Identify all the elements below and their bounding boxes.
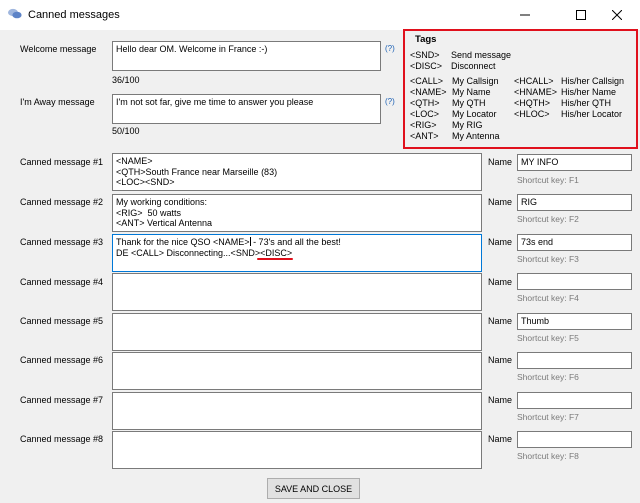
shortcut-key-hint: Shortcut key: F7 [517, 412, 579, 422]
canned-message-7-label: Canned message #7 [20, 395, 104, 405]
name-label: Name [488, 237, 513, 247]
name-label: Name [488, 316, 513, 326]
name-label: Name [488, 277, 513, 287]
canned-message-3-label: Canned message #3 [20, 237, 104, 247]
close-icon [612, 10, 622, 20]
name-label: Name [488, 355, 513, 365]
canned-message-1-label: Canned message #1 [20, 157, 104, 167]
welcome-message-label: Welcome message [20, 44, 97, 54]
tag-name: <NAME> [410, 87, 447, 97]
tag-name: <HQTH> [514, 98, 551, 108]
close-button[interactable] [594, 0, 640, 30]
canned-1-name-input[interactable]: MY INFO [517, 154, 632, 171]
away-char-counter: 50/100 [112, 126, 140, 136]
tag-desc: His/her Locator [561, 109, 623, 119]
window-title: Canned messages [28, 9, 120, 21]
away-message-input[interactable]: I'm not sot far, give me time to answer … [112, 94, 381, 124]
tags-heading: Tags [415, 34, 437, 45]
canned-message-5-label: Canned message #5 [20, 316, 104, 326]
canned-message-8-input[interactable] [112, 431, 482, 469]
canned-message-5-input[interactable] [112, 313, 482, 351]
shortcut-key-hint: Shortcut key: F6 [517, 372, 579, 382]
name-label: Name [488, 434, 513, 444]
tag-desc: His/her Name [561, 87, 617, 97]
canned-message-3-input[interactable]: Thank for the nice QSO <NAME> - 73's and… [112, 234, 482, 272]
save-and-close-button[interactable]: SAVE AND CLOSE [267, 478, 360, 499]
tag-desc: Disconnect [451, 61, 496, 71]
canned-message-4-input[interactable] [112, 273, 482, 311]
tag-name: <ANT> [410, 131, 439, 141]
tag-desc: My Callsign [452, 76, 499, 86]
shortcut-key-hint: Shortcut key: F3 [517, 254, 579, 264]
canned-message-8-label: Canned message #8 [20, 434, 104, 444]
message-text: Thank for the nice QSO <NAME> [116, 237, 250, 247]
name-label: Name [488, 197, 513, 207]
tag-name: <SND> [410, 50, 440, 60]
minimize-button[interactable] [502, 0, 548, 30]
shortcut-key-hint: Shortcut key: F2 [517, 214, 579, 224]
canned-message-4-label: Canned message #4 [20, 277, 104, 287]
tags-panel: Tags <SND> Send message <DISC> Disconnec… [403, 29, 638, 149]
tag-name: <HCALL> [514, 76, 554, 86]
message-text: - 73's and all the best! [250, 237, 341, 247]
canned-message-6-label: Canned message #6 [20, 355, 104, 365]
tag-desc: My Locator [452, 109, 497, 119]
tag-name: <HLOC> [514, 109, 550, 119]
welcome-help-link[interactable]: (?) [385, 44, 395, 53]
title-bar: Canned messages [0, 0, 640, 30]
shortcut-key-hint: Shortcut key: F5 [517, 333, 579, 343]
tag-desc: His/her Callsign [561, 76, 625, 86]
chat-bubbles-icon [8, 8, 22, 19]
tag-desc: My Antenna [452, 131, 500, 141]
canned-5-name-input[interactable]: Thumb [517, 313, 632, 330]
tag-name: <QTH> [410, 98, 440, 108]
shortcut-key-hint: Shortcut key: F1 [517, 175, 579, 185]
canned-4-name-input[interactable] [517, 273, 632, 290]
spellcheck-underline [257, 258, 293, 260]
name-label: Name [488, 395, 513, 405]
message-text: DE <CALL> Disconnecting...<SND><DISC> [116, 247, 293, 258]
tag-name: <LOC> [410, 109, 440, 119]
canned-message-7-input[interactable] [112, 392, 482, 430]
away-message-label: I'm Away message [20, 97, 95, 107]
tag-desc: My RIG [452, 120, 483, 130]
tag-desc: His/her QTH [561, 98, 612, 108]
tag-desc: My QTH [452, 98, 486, 108]
minimize-icon [520, 14, 530, 16]
canned-6-name-input[interactable] [517, 352, 632, 369]
canned-message-2-label: Canned message #2 [20, 197, 104, 207]
shortcut-key-hint: Shortcut key: F4 [517, 293, 579, 303]
name-label: Name [488, 157, 513, 167]
tag-name: <CALL> [410, 76, 444, 86]
shortcut-key-hint: Shortcut key: F8 [517, 451, 579, 461]
maximize-icon [576, 10, 586, 20]
away-help-link[interactable]: (?) [385, 97, 395, 106]
welcome-message-input[interactable]: Hello dear OM. Welcome in France :-) [112, 41, 381, 71]
canned-message-6-input[interactable] [112, 352, 482, 390]
canned-message-1-input[interactable]: <NAME> <QTH>South France near Marseille … [112, 153, 482, 191]
canned-message-2-input[interactable]: My working conditions: <RIG> 50 watts <A… [112, 194, 482, 232]
tag-name: <RIG> [410, 120, 437, 130]
welcome-char-counter: 36/100 [112, 75, 140, 85]
tag-name: <HNAME> [514, 87, 558, 97]
tag-desc: My Name [452, 87, 491, 97]
tag-desc: Send message [451, 50, 512, 60]
tag-name: <DISC> [410, 61, 443, 71]
canned-3-name-input[interactable]: 73s end [517, 234, 632, 251]
canned-2-name-input[interactable]: RIG [517, 194, 632, 211]
canned-7-name-input[interactable] [517, 392, 632, 409]
canned-8-name-input[interactable] [517, 431, 632, 448]
